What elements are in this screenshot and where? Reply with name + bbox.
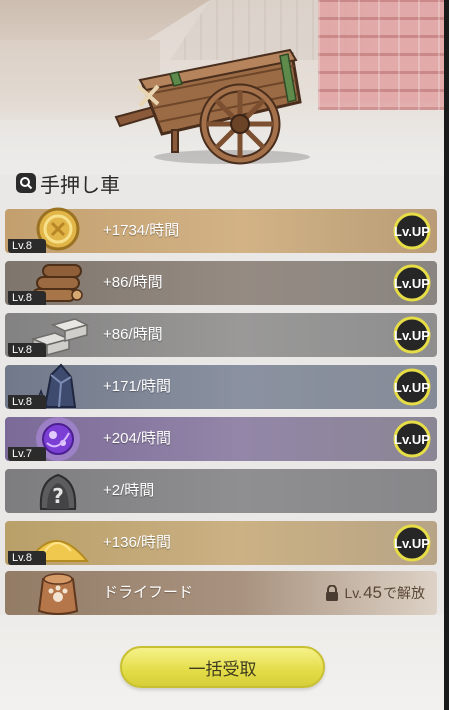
- screen-edge: [444, 0, 449, 710]
- unlock-requirement: Lv. 45 で解放: [325, 571, 425, 615]
- level-badge: Lv.7: [8, 447, 46, 461]
- production-rate: +1734/時間: [103, 222, 180, 239]
- level-up-label: Lv.UP: [394, 224, 430, 239]
- resource-row-stone: Lv.8 +86/時間 Lv.UP: [5, 313, 437, 357]
- search-icon[interactable]: [16, 173, 36, 193]
- level-up-label: Lv.UP: [394, 432, 430, 447]
- resource-row-sand: Lv.8 +136/時間 Lv.UP: [5, 521, 437, 565]
- level-badge: Lv.8: [8, 395, 46, 409]
- building-title: 手押し車: [40, 174, 120, 197]
- level-up-button[interactable]: Lv.UP: [391, 524, 433, 562]
- level-up-button[interactable]: Lv.UP: [391, 368, 433, 406]
- unlock-level-prefix: Lv.: [344, 585, 363, 601]
- handcart-illustration: [114, 48, 310, 165]
- level-up-button[interactable]: Lv.UP: [391, 264, 433, 302]
- resource-row-wood: Lv.8 +86/時間 Lv.UP: [5, 261, 437, 305]
- mystery-item-icon: ?: [39, 473, 77, 510]
- resource-name: ドライフード: [103, 584, 194, 601]
- unlock-level-suffix: で解放: [383, 585, 425, 601]
- level-up-label: Lv.UP: [394, 328, 430, 343]
- resource-row-gold: Lv.8 +1734/時間 Lv.UP: [5, 207, 437, 253]
- resource-row-mystery: ? +2/時間: [5, 469, 437, 513]
- svg-text:?: ?: [52, 484, 64, 508]
- background-roof: [0, 0, 210, 40]
- food-sack-icon: [37, 573, 79, 615]
- lock-icon: [326, 585, 339, 601]
- level-up-button[interactable]: Lv.UP: [391, 420, 433, 458]
- production-rate: +171/時間: [103, 378, 171, 395]
- level-up-button[interactable]: Lv.UP: [391, 316, 433, 354]
- resource-row-dry-food: ドライフード Lv. 45 で解放: [5, 571, 437, 615]
- production-rate: +86/時間: [103, 326, 163, 343]
- collect-all-button[interactable]: 一括受取: [120, 646, 325, 688]
- production-rate: +86/時間: [103, 274, 163, 291]
- level-up-label: Lv.UP: [394, 380, 430, 395]
- resource-row-crystal: Lv.8 +171/時間 Lv.UP: [5, 363, 437, 409]
- resource-row-magic: Lv.7 +204/時間 Lv.UP: [5, 417, 437, 461]
- level-badge: Lv.8: [8, 551, 46, 565]
- level-badge: Lv.8: [8, 239, 46, 253]
- level-up-label: Lv.UP: [394, 536, 430, 551]
- production-rate: +204/時間: [103, 430, 171, 447]
- production-rate: +2/時間: [103, 482, 155, 499]
- background-roof-tiles: [318, 0, 449, 110]
- level-badge: Lv.8: [8, 343, 46, 357]
- level-up-label: Lv.UP: [394, 276, 430, 291]
- production-rate: +136/時間: [103, 534, 171, 551]
- unlock-level-value: 45: [363, 583, 382, 602]
- level-up-button[interactable]: Lv.UP: [391, 212, 433, 250]
- title-row: 手押し車: [16, 170, 120, 197]
- level-badge: Lv.8: [8, 291, 46, 305]
